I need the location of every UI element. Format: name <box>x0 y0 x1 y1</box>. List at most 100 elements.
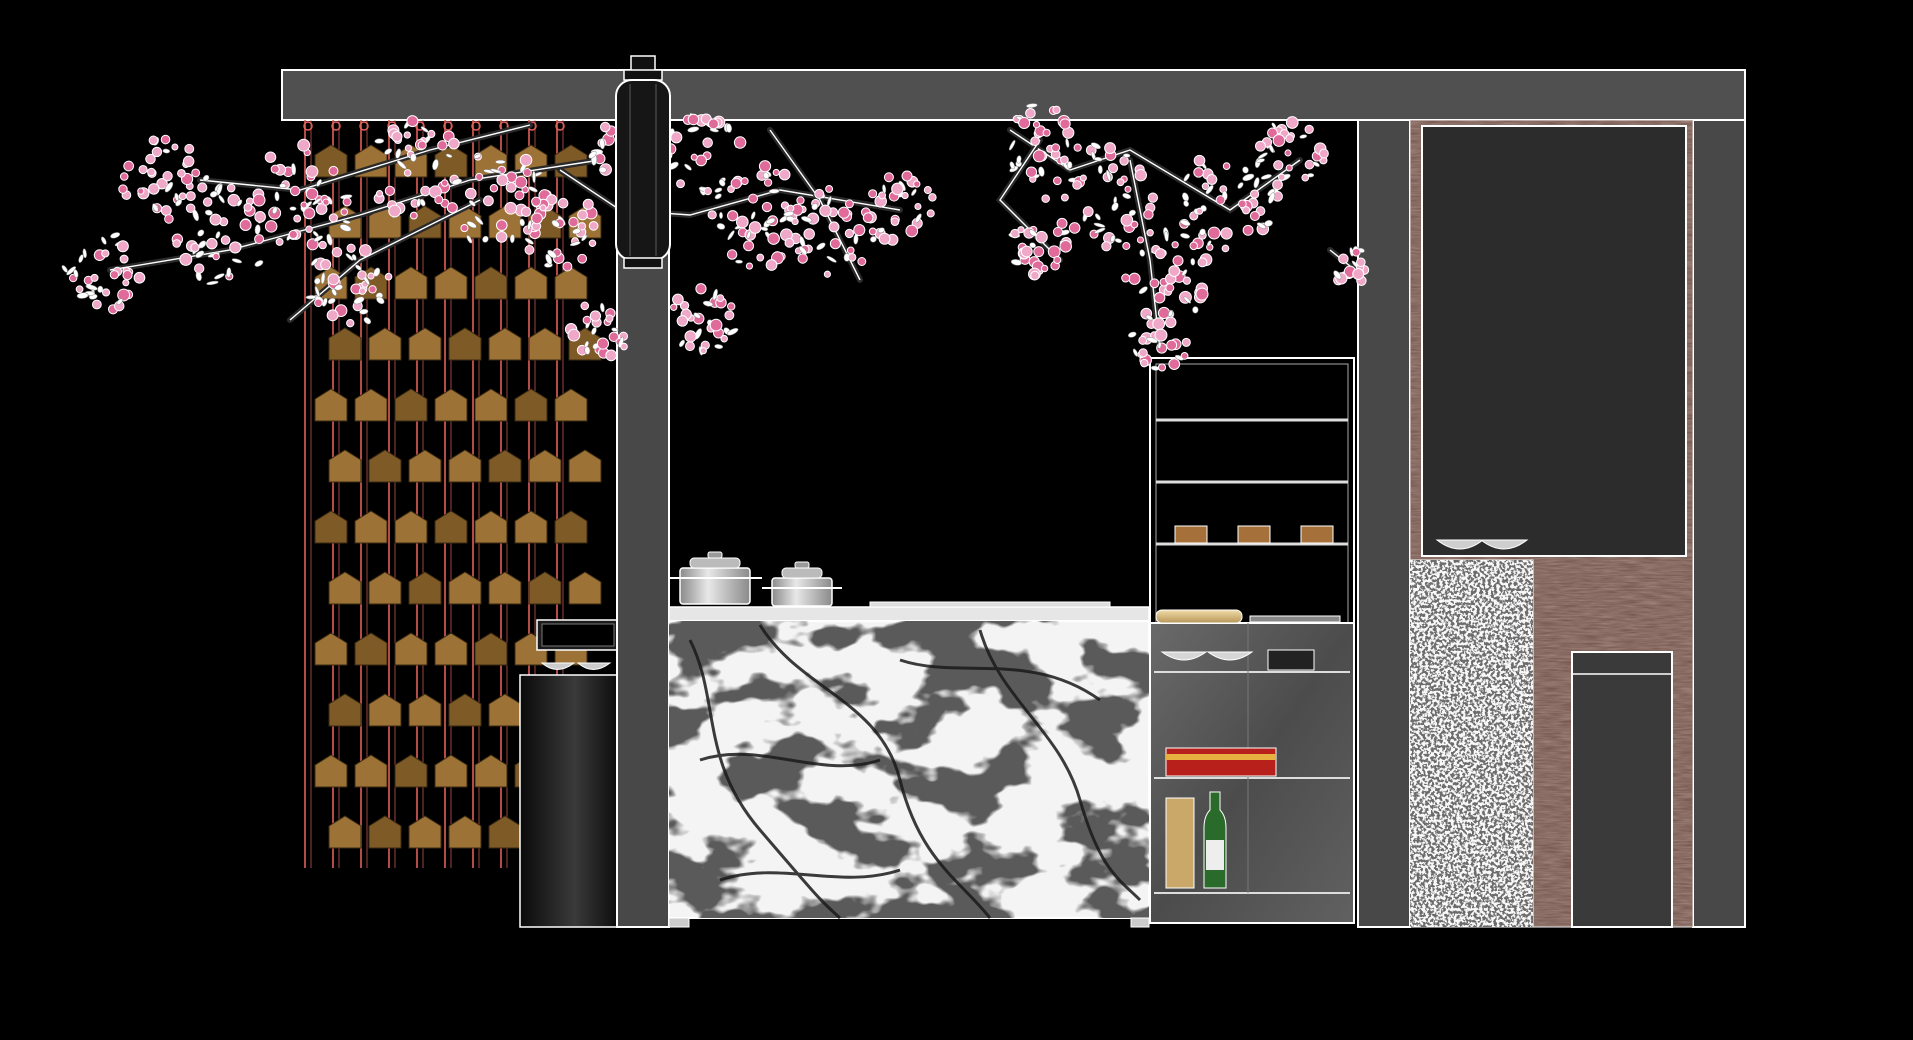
ema-tablet <box>434 632 468 666</box>
blossom-flower <box>119 172 129 181</box>
display-shelving <box>1149 357 1355 924</box>
blossom-flower <box>814 188 825 199</box>
ema-tablet <box>314 388 348 422</box>
ema-tablet <box>394 388 428 422</box>
blossom-flower <box>531 212 543 225</box>
blossom-flower <box>270 164 280 174</box>
blossom-flower <box>288 229 298 240</box>
blossom-flower <box>716 294 725 303</box>
ema-tablet <box>488 327 522 361</box>
blossom-flower <box>767 232 780 245</box>
blossom-flower <box>1165 283 1175 293</box>
blossom-flower <box>1356 257 1366 268</box>
blossom-petal <box>482 235 489 243</box>
blossom-flower <box>1035 230 1048 244</box>
blossom-petal <box>816 242 826 251</box>
ema-tablet <box>474 632 508 666</box>
blossom-flower <box>305 165 319 178</box>
blossom-petal <box>254 224 261 235</box>
blossom-flower <box>1207 226 1221 240</box>
blossom-flower <box>420 185 431 197</box>
blossom-flower <box>1143 209 1154 220</box>
blossom-petal <box>1192 306 1199 314</box>
blossom-flower <box>489 184 499 193</box>
blossom-petal <box>768 188 780 194</box>
blossom-flower <box>923 186 932 195</box>
blossom-flower <box>101 249 110 258</box>
blossom-flower <box>1121 273 1131 283</box>
blossom-petal <box>1183 200 1189 207</box>
blossom-flower <box>148 135 159 146</box>
blossom-flower <box>1025 107 1036 119</box>
blossom-flower <box>567 328 581 342</box>
blossom-flower <box>197 182 208 193</box>
blossom-flower <box>1041 194 1050 203</box>
blossom-petal <box>687 126 700 133</box>
blossom-flower <box>1195 287 1209 301</box>
ema-tablet <box>408 327 442 361</box>
blossom-petal <box>1242 173 1255 181</box>
blossom-flower <box>1119 156 1129 166</box>
blossom-petal <box>1065 138 1070 148</box>
blossom-flower <box>901 170 913 182</box>
blossom-flower <box>580 301 590 311</box>
blossom-flower <box>743 240 755 252</box>
blossom-flower <box>577 253 588 264</box>
blossom-flower <box>303 207 316 220</box>
blossom-petal <box>204 209 213 216</box>
blossom-flower <box>1254 140 1266 152</box>
blossom-flower <box>202 197 213 207</box>
blossom-flower <box>520 206 532 218</box>
blossom-flower <box>1134 169 1147 182</box>
blossom-flower <box>185 191 196 202</box>
blossom-flower <box>1351 247 1361 257</box>
blossom-flower <box>1051 143 1061 153</box>
blossom-flower <box>305 225 313 233</box>
blossom-flower <box>1116 178 1125 187</box>
ema-tablet <box>394 266 428 300</box>
blossom-flower <box>460 224 469 233</box>
blossom-flower <box>514 175 528 189</box>
elevation-drawing <box>61 55 1746 928</box>
blossom-flower <box>1157 306 1171 320</box>
blossom-flower <box>709 318 723 332</box>
blossom-flower <box>346 243 356 253</box>
blossom-flower <box>1101 241 1112 252</box>
ema-tablet <box>448 815 482 849</box>
blossom-flower <box>358 287 367 295</box>
blossom-flower <box>1273 160 1284 171</box>
blossom-flower <box>1338 253 1349 265</box>
blossom-flower <box>1301 173 1310 182</box>
ema-tablet <box>448 449 482 483</box>
blossom-petal <box>716 223 726 230</box>
blossom-flower <box>116 240 129 253</box>
blossom-petal <box>1114 238 1122 243</box>
blossom-flower <box>75 285 84 294</box>
ema-tablet <box>408 449 442 483</box>
blossom-petal <box>1123 153 1131 158</box>
blossom-flower <box>133 271 146 284</box>
blossom-petal <box>1097 165 1103 174</box>
blossom-flower <box>823 270 831 278</box>
blossom-flower <box>505 181 517 193</box>
blossom-flower <box>699 347 707 355</box>
blossom-flower <box>275 237 284 246</box>
blossom-flower <box>891 182 904 196</box>
ema-tablet <box>394 754 428 788</box>
blossom-petal <box>714 193 722 200</box>
blossom-flower <box>367 272 375 280</box>
ema-tablet <box>488 571 522 605</box>
blossom-flower <box>758 160 772 173</box>
blossom-flower <box>763 178 773 187</box>
blossom-petal <box>1190 258 1196 266</box>
blossom-flower <box>748 221 762 234</box>
kitchen-door <box>1571 651 1673 928</box>
blossom-flower <box>229 241 242 254</box>
blossom-flower <box>914 202 922 211</box>
hanging-lantern <box>615 55 671 269</box>
blossom-flower <box>264 220 278 233</box>
ema-tablet <box>434 388 468 422</box>
blossom-flower <box>787 204 795 212</box>
blossom-flower <box>119 254 129 264</box>
blossom-petal <box>750 211 756 220</box>
